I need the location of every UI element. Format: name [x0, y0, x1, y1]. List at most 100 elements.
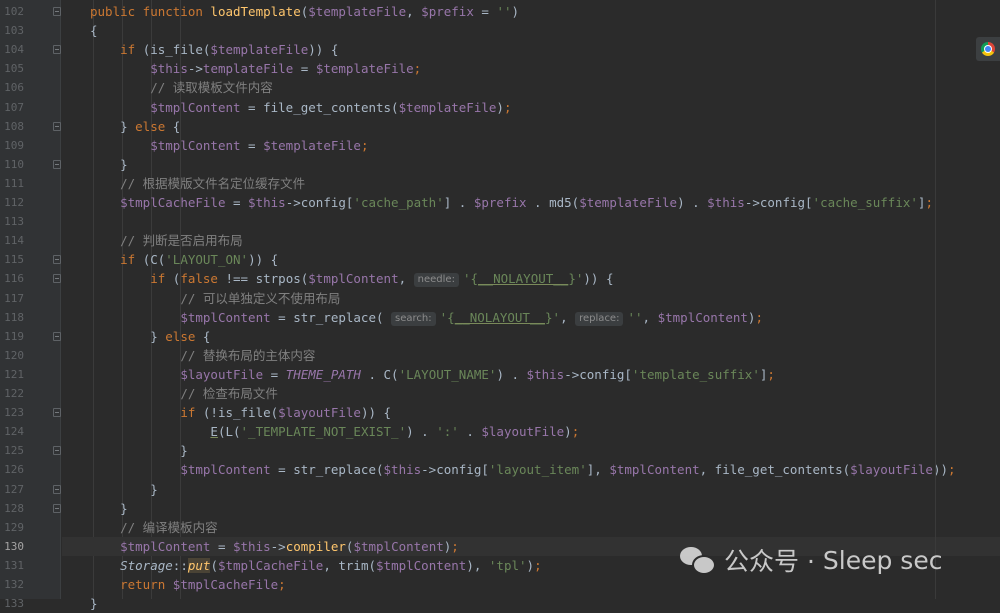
code-token: ->config[ [285, 195, 354, 210]
watermark: 公众号 · Sleep sec [680, 541, 942, 579]
code-line[interactable]: // 根据模版文件名定位缓存文件 [62, 174, 1000, 193]
fold-marker-icon[interactable] [53, 45, 61, 55]
code-token: put [187, 557, 211, 573]
code-line[interactable]: // 替换布局的主体内容 [62, 346, 1000, 365]
code-line[interactable]: } [62, 594, 1000, 613]
line-number: 113 [4, 215, 24, 229]
code-line[interactable]: $layoutFile = THEME_PATH . C('LAYOUT_NAM… [62, 365, 1000, 384]
code-token: loadTemplate [210, 4, 301, 19]
line-number: 111 [4, 176, 24, 190]
code-token: ) . [406, 424, 437, 440]
fold-marker-icon[interactable] [53, 331, 61, 341]
code-token: (!is_file( [202, 405, 279, 421]
fold-marker-icon[interactable] [53, 255, 61, 265]
code-token: ; [755, 309, 763, 325]
code-line[interactable]: } [62, 441, 1000, 460]
line-number: 120 [4, 348, 24, 362]
code-line[interactable]: if (C('LAYOUT_ON')) { [62, 250, 1000, 269]
fold-marker-icon[interactable] [53, 7, 61, 16]
code-token: if [180, 405, 203, 421]
code-line[interactable]: if (is_file($templateFile)) { [62, 40, 1000, 59]
fold-marker-icon[interactable] [53, 159, 61, 169]
code-token: ->config[ [564, 366, 632, 382]
code-token: } [90, 443, 188, 459]
code-line[interactable]: $tmplCacheFile = $this->config['cache_pa… [62, 193, 1000, 212]
code-line[interactable]: if (!is_file($layoutFile)) { [62, 403, 1000, 422]
code-line[interactable]: // 检查布局文件 [62, 384, 1000, 403]
code-token: ; [360, 137, 369, 153]
fold-marker-icon[interactable] [53, 408, 61, 418]
code-line[interactable]: // 判断是否启用布局 [62, 231, 1000, 250]
code-token: $layoutFile [481, 424, 565, 440]
parameter-hint: search: [391, 311, 436, 326]
code-token: )) { [308, 42, 339, 58]
code-token: '{ [462, 271, 479, 287]
code-token: , [642, 309, 658, 325]
code-token: if [120, 42, 143, 58]
code-line[interactable] [62, 212, 1000, 231]
code-line[interactable]: // 可以单独定义不使用布局 [62, 289, 1000, 308]
code-token: ] . [443, 195, 474, 210]
line-number: 107 [4, 100, 24, 114]
code-line[interactable]: } [62, 499, 1000, 518]
code-line[interactable]: $tmplContent = str_replace( search: '{__N… [62, 308, 1000, 327]
fold-marker-icon[interactable] [53, 484, 61, 494]
code-line[interactable]: E(L('_TEMPLATE_NOT_EXIST_') . ':' . $lay… [62, 422, 1000, 441]
code-line[interactable]: $tmplContent = str_replace($this->config… [62, 460, 1000, 479]
code-token: else [135, 118, 173, 134]
code-token: ) . [496, 366, 527, 382]
right-margin-guide [935, 0, 936, 599]
code-token: } [90, 500, 128, 516]
code-comment: // 替换布局的主体内容 [180, 347, 316, 363]
code-line[interactable]: $tmplContent = file_get_contents($templa… [62, 98, 1000, 117]
code-comment: // 判断是否启用布局 [120, 233, 243, 249]
fold-marker-icon[interactable] [53, 121, 61, 131]
code-token: $tmplCacheFile [120, 195, 226, 210]
code-token: $this [150, 61, 188, 77]
code-token: ( [210, 557, 218, 573]
code-line[interactable]: if (false !== strpos($tmplContent, needl… [62, 269, 1000, 288]
code-line[interactable]: } else { [62, 117, 1000, 136]
code-token: ], [586, 462, 610, 478]
code-token: = [210, 538, 233, 554]
code-line[interactable]: { [62, 21, 1000, 40]
fold-marker-icon[interactable] [53, 446, 61, 456]
fold-marker-icon[interactable] [53, 503, 61, 513]
code-editor[interactable]: public function loadTemplate ($templateFi… [62, 0, 1000, 611]
code-token: Storage [120, 557, 173, 573]
code-token: ; [925, 195, 933, 210]
line-number: 128 [4, 501, 24, 515]
code-line[interactable]: } else { [62, 327, 1000, 346]
code-token: = [263, 366, 286, 382]
code-line[interactable]: $this->templateFile = $templateFile; [62, 59, 1000, 78]
code-comment: // 编译模板内容 [120, 519, 218, 535]
code-token: $this [233, 538, 271, 554]
code-token: = [293, 61, 316, 77]
code-token: public function [90, 4, 211, 19]
code-line[interactable]: // 编译模板内容 [62, 518, 1000, 537]
code-line[interactable]: $tmplContent = $templateFile; [62, 136, 1000, 155]
open-in-browser-button[interactable] [976, 37, 1000, 61]
line-number: 126 [4, 463, 24, 477]
code-token: ), [466, 557, 489, 573]
code-token: $prefix [473, 195, 527, 210]
code-token: __NOLAYOUT__ [478, 271, 569, 287]
code-comment: // 读取模板文件内容 [150, 80, 273, 96]
code-line[interactable]: public function loadTemplate($templateFi… [62, 2, 1000, 21]
code-comment: // 可以单独定义不使用布局 [180, 290, 341, 306]
line-number: 108 [4, 119, 24, 133]
code-token: } [90, 328, 166, 344]
fold-marker-icon[interactable] [53, 274, 61, 284]
code-line[interactable]: } [62, 480, 1000, 499]
code-token: $layoutFile [850, 462, 933, 478]
code-line[interactable]: // 读取模板文件内容 [62, 78, 1000, 97]
code-token: $layoutFile [278, 405, 361, 421]
code-line[interactable]: } [62, 155, 1000, 174]
